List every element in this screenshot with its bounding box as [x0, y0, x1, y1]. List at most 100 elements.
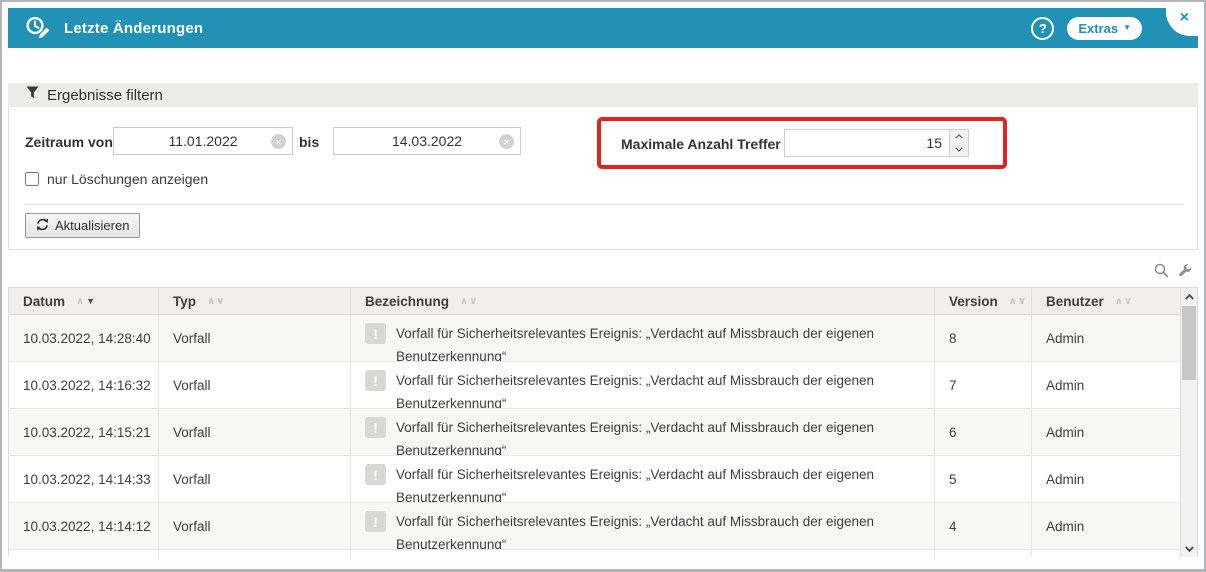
incident-warning-icon: !	[365, 417, 386, 438]
page-title: Letzte Änderungen	[64, 20, 203, 37]
help-button[interactable]: ?	[1031, 17, 1054, 40]
max-hits-callout-highlight: Maximale Anzahl Treffer	[597, 117, 1007, 169]
max-hits-spinner	[949, 130, 968, 156]
table-body: 10.03.2022, 14:28:40 Vorfall ! Vorfall f…	[9, 315, 1180, 557]
extras-button[interactable]: Extras ▼	[1067, 17, 1142, 40]
incident-warning-icon: !	[365, 511, 386, 532]
cell-benutzer: Admin	[1032, 409, 1180, 455]
cell-typ: Vorfall	[159, 362, 351, 408]
filter-section-header: Ergebnisse filtern	[8, 83, 1198, 107]
date-from-input[interactable]	[113, 127, 293, 155]
cell-datum: 10.03.2022, 14:14:33	[9, 456, 159, 502]
max-hits-label: Maximale Anzahl Treffer	[621, 136, 781, 152]
cell-version	[935, 550, 1032, 557]
cell-benutzer: Admin	[1032, 362, 1180, 408]
cell-bezeichnung: ! Vorfall für Sicherheitsrelevantes Erei…	[351, 315, 935, 361]
cell-typ: Vorfall	[159, 315, 351, 361]
bezeichnung-text: Vorfall für Sicherheitsrelevantes Ereign…	[396, 463, 914, 502]
incident-warning-icon: !	[365, 323, 386, 344]
column-header-version[interactable]: Version ∧∨	[935, 288, 1032, 314]
filter-section-title: Ergebnisse filtern	[47, 87, 163, 104]
column-header-label: Typ	[173, 294, 196, 309]
cell-bezeichnung: ! Vorfall für Sicherheitsrelevantes Erei…	[351, 409, 935, 455]
bezeichnung-text: Vorfall für Sicherheitsrelevantes Ereign…	[396, 322, 914, 361]
filter-funnel-icon	[26, 86, 39, 104]
extras-button-label: Extras	[1078, 21, 1118, 36]
spinner-up-button[interactable]	[950, 130, 968, 143]
filter-divider	[25, 204, 1183, 205]
dialog-window: Letzte Änderungen ? Extras ▼ × Ergebniss…	[0, 0, 1206, 572]
sort-icons: ∧∨	[459, 296, 477, 307]
recent-changes-icon	[24, 15, 52, 42]
bezeichnung-text: Vorfall für Sicherheitsrelevantes Ereign…	[396, 416, 914, 455]
table-row[interactable]: 10.03.2022, 14:14:12 Vorfall ! Vorfall f…	[9, 503, 1180, 550]
results-table: Datum ∧▼ Typ ∧∨ Bezeichnung ∧∨ Version ∧…	[8, 287, 1198, 557]
table-row[interactable]: 10.03.2022, 14:14:33 Vorfall ! Vorfall f…	[9, 456, 1180, 503]
scroll-up-icon[interactable]	[1181, 289, 1197, 304]
sort-icons: ∧∨	[1008, 296, 1026, 307]
close-icon: ×	[1180, 10, 1189, 26]
column-header-bez[interactable]: Bezeichnung ∧∨	[351, 288, 935, 314]
cell-bezeichnung: ! Vorfall für Sicherheitsrelevantes Erei…	[351, 456, 935, 502]
column-header-label: Version	[949, 294, 998, 309]
table-row[interactable]: 10.03.2022, 14:28:40 Vorfall ! Vorfall f…	[9, 315, 1180, 362]
incident-warning-icon: !	[365, 370, 386, 391]
table-header-row: Datum ∧▼ Typ ∧∨ Bezeichnung ∧∨ Version ∧…	[9, 288, 1180, 315]
table-row[interactable]: 10.03.2022, 14:15:21 Vorfall ! Vorfall f…	[9, 409, 1180, 456]
table-toolbar	[1154, 263, 1192, 278]
cell-datum: 10.03.2022, 14:15:21	[9, 409, 159, 455]
wrench-icon[interactable]	[1178, 264, 1192, 278]
scrollbar-thumb[interactable]	[1182, 306, 1196, 380]
table-row[interactable]: 10.03.2022, 14:16:32 Vorfall ! Vorfall f…	[9, 362, 1180, 409]
incident-warning-icon: !	[365, 464, 386, 485]
cell-benutzer	[1032, 550, 1180, 557]
bezeichnung-text: Vorfall für Sicherheitsrelevantes Ereign…	[396, 369, 914, 408]
cell-typ	[159, 550, 351, 557]
column-header-label: Bezeichnung	[365, 294, 449, 309]
search-icon[interactable]	[1154, 263, 1169, 278]
cell-bezeichnung: !	[351, 550, 935, 557]
refresh-icon	[36, 218, 49, 234]
column-header-benutzer[interactable]: Benutzer ∧∨	[1032, 288, 1180, 314]
cell-bezeichnung: ! Vorfall für Sicherheitsrelevantes Erei…	[351, 362, 935, 408]
cell-bezeichnung: ! Vorfall für Sicherheitsrelevantes Erei…	[351, 503, 935, 549]
title-bar: Letzte Änderungen ? Extras ▼	[8, 8, 1198, 48]
chevron-down-icon: ▼	[1123, 24, 1131, 32]
vertical-scrollbar[interactable]	[1180, 288, 1197, 557]
spinner-down-button[interactable]	[950, 143, 968, 156]
date-from-label: Zeitraum von	[25, 134, 113, 150]
sort-icons: ∧∨	[1114, 296, 1132, 307]
date-to-label: bis	[299, 134, 319, 150]
cell-benutzer: Admin	[1032, 503, 1180, 549]
column-header-typ[interactable]: Typ ∧∨	[159, 288, 351, 314]
cell-datum: 10.03.2022, 14:28:40	[9, 315, 159, 361]
deletions-only-label: nur Löschungen anzeigen	[47, 171, 208, 187]
cell-typ: Vorfall	[159, 503, 351, 549]
date-to-input[interactable]	[333, 127, 521, 155]
cell-datum: 10.03.2022, 14:14:12	[9, 503, 159, 549]
cell-version: 7	[935, 362, 1032, 408]
cell-version: 5	[935, 456, 1032, 502]
deletions-only-checkbox[interactable]	[25, 172, 39, 186]
table-row[interactable]: !	[9, 550, 1180, 557]
sort-icons: ∧∨	[206, 296, 224, 307]
bezeichnung-text: Vorfall für Sicherheitsrelevantes Ereign…	[396, 510, 914, 549]
cell-version: 6	[935, 409, 1032, 455]
cell-version: 4	[935, 503, 1032, 549]
sort-icons: ∧▼	[75, 296, 95, 307]
column-header-datum[interactable]: Datum ∧▼	[9, 288, 159, 314]
cell-datum: 10.03.2022, 14:16:32	[9, 362, 159, 408]
clear-date-from-icon[interactable]: ×	[271, 134, 286, 149]
scroll-down-icon[interactable]	[1181, 541, 1197, 556]
cell-benutzer: Admin	[1032, 456, 1180, 502]
max-hits-input[interactable]	[784, 129, 969, 157]
refresh-button[interactable]: Aktualisieren	[25, 213, 140, 238]
clear-date-to-icon[interactable]: ×	[499, 134, 514, 149]
column-header-label: Benutzer	[1046, 294, 1104, 309]
cell-benutzer: Admin	[1032, 315, 1180, 361]
filter-panel: Zeitraum von × bis × Maximale Anzahl Tre…	[8, 107, 1198, 250]
column-header-label: Datum	[23, 294, 65, 309]
cell-typ: Vorfall	[159, 456, 351, 502]
refresh-button-label: Aktualisieren	[55, 218, 129, 233]
cell-typ: Vorfall	[159, 409, 351, 455]
